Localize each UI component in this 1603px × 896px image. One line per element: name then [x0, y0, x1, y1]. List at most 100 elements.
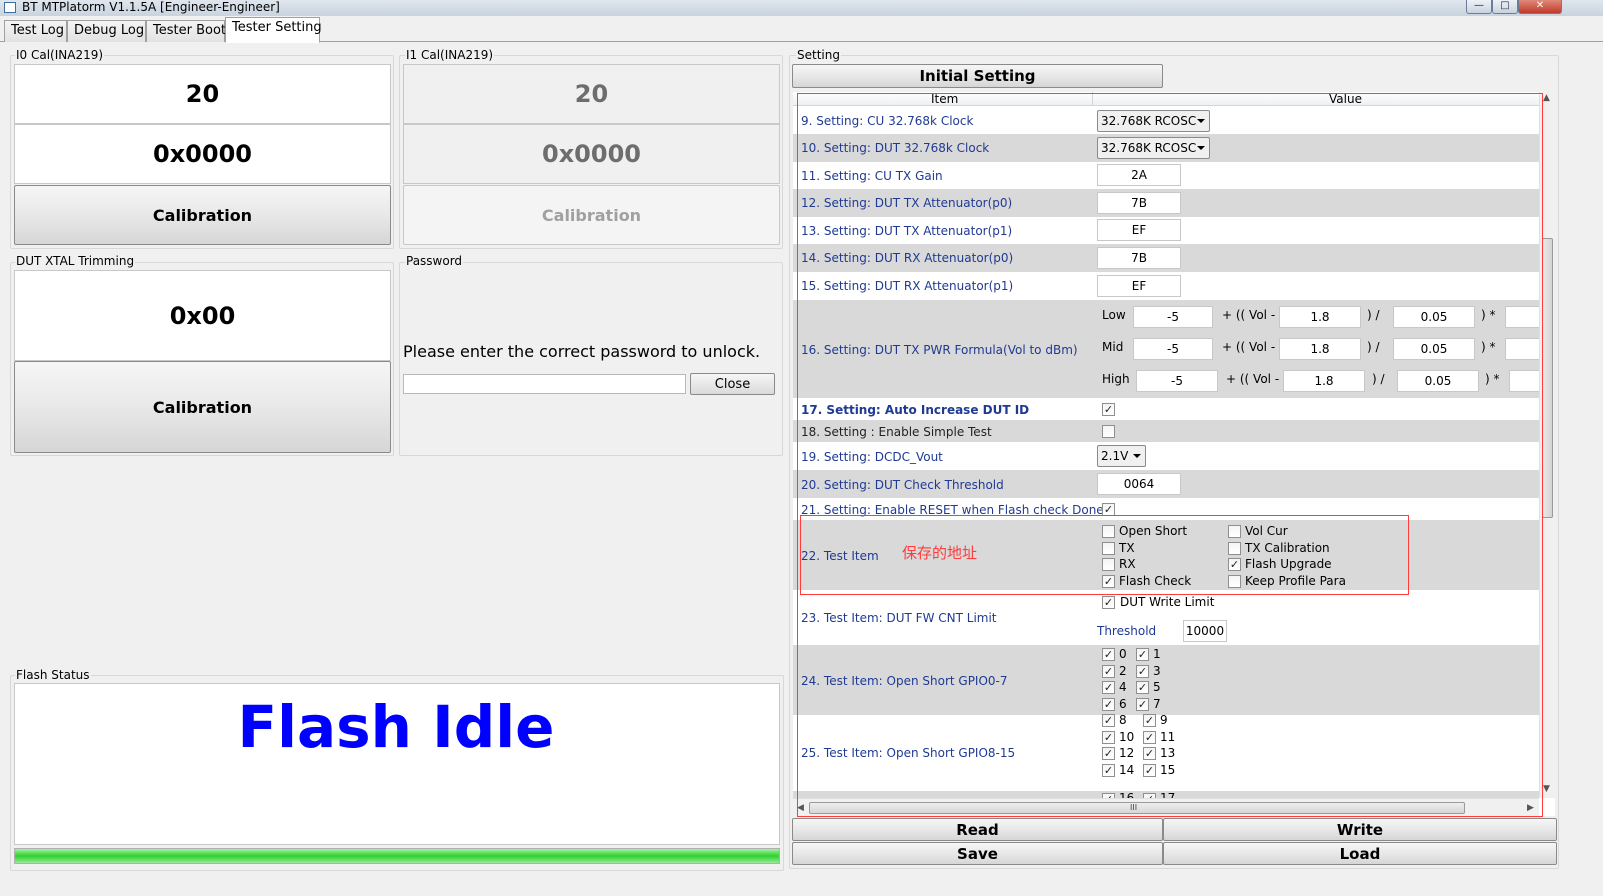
- tab-debug-log[interactable]: Debug Log: [67, 20, 146, 42]
- dut-rx-att-p0-field[interactable]: 7B: [1097, 247, 1181, 269]
- gpio-checkbox[interactable]: ✓: [1102, 764, 1115, 778]
- formula-mul-text: ) *: [1485, 372, 1500, 386]
- formula-low-vol[interactable]: 1.8: [1279, 306, 1361, 328]
- cu-tx-gain-field[interactable]: 2A: [1097, 164, 1181, 186]
- dut-tx-att-p1-field[interactable]: EF: [1097, 219, 1181, 241]
- i0-calibration-button[interactable]: Calibration: [14, 185, 391, 245]
- gpio-checkbox[interactable]: ✓: [1143, 714, 1156, 727]
- initial-setting-button[interactable]: Initial Setting: [792, 64, 1163, 88]
- formula-high-vol[interactable]: 1.8: [1283, 370, 1365, 392]
- tab-tester-setting[interactable]: Tester Setting: [225, 17, 322, 43]
- gpio-checkbox[interactable]: ✓: [1102, 648, 1115, 661]
- save-button[interactable]: Save: [792, 842, 1163, 865]
- i0-value: 20: [14, 64, 391, 124]
- setting-row-label: 14. Setting: DUT RX Attenuator(p0): [801, 251, 1014, 265]
- restore-button[interactable]: □: [1492, 0, 1518, 14]
- window-title: BT MTPlatorm V1.1.5A [Engineer-Engineer]: [22, 0, 280, 14]
- gpio-checkbox[interactable]: ✓: [1143, 764, 1156, 778]
- password-close-button[interactable]: Close: [690, 373, 775, 395]
- enable-reset-checkbox[interactable]: ✓: [1102, 503, 1115, 516]
- read-button[interactable]: Read: [792, 818, 1163, 841]
- gpio-checkbox[interactable]: ✓: [1136, 664, 1149, 678]
- test-item-label: Flash Check: [1119, 573, 1192, 588]
- write-button[interactable]: Write: [1163, 818, 1557, 841]
- annotation-text: 保存的地址: [902, 544, 978, 562]
- cu-clock-select[interactable]: 32.768K RCOSC: [1097, 110, 1210, 132]
- scroll-up-icon[interactable]: ▲: [1543, 92, 1550, 105]
- scroll-down-icon[interactable]: ▼: [1543, 782, 1550, 796]
- vertical-scroll-thumb[interactable]: [1542, 238, 1553, 518]
- minimize-button[interactable]: —: [1466, 0, 1492, 14]
- test-item-checkbox[interactable]: [1228, 525, 1241, 538]
- dut-rx-att-p1-field[interactable]: EF: [1097, 275, 1181, 297]
- formula-low-scale[interactable]: 0.05: [1393, 306, 1475, 328]
- gpio-label: 6: [1119, 697, 1127, 712]
- enable-simple-test-checkbox[interactable]: [1102, 425, 1115, 438]
- chevron-down-icon: [1133, 454, 1141, 458]
- setting-row-16: 16. Setting: DUT TX PWR Formula(Vol to d…: [793, 300, 1545, 398]
- formula-high-scale[interactable]: 0.05: [1397, 370, 1479, 392]
- tab-tester-boot[interactable]: Tester Boot: [146, 20, 226, 42]
- dcdc-vout-select[interactable]: 2.1V: [1097, 445, 1146, 467]
- test-item-checkbox[interactable]: ✓: [1228, 558, 1241, 571]
- gpio-label: 0: [1119, 647, 1127, 661]
- threshold-field[interactable]: 10000: [1183, 620, 1227, 642]
- gpio-checkbox[interactable]: ✓: [1143, 730, 1156, 744]
- dut-clock-select[interactable]: 32.768K RCOSC: [1097, 137, 1210, 159]
- test-item-checkbox[interactable]: [1228, 574, 1241, 588]
- gpio-checkbox[interactable]: ✓: [1136, 698, 1149, 712]
- setting-row-10: 10. Setting: DUT 32.768k Clock 32.768K R…: [793, 134, 1539, 162]
- test-item-label: Vol Cur: [1245, 524, 1288, 538]
- formula-mid-offset[interactable]: -5: [1133, 338, 1213, 360]
- password-input[interactable]: [403, 374, 686, 394]
- test-item-checkbox[interactable]: [1228, 541, 1241, 555]
- gpio-label: 12: [1119, 746, 1135, 761]
- formula-div-text: ) /: [1367, 340, 1380, 354]
- setting-row-label: 11. Setting: CU TX Gain: [801, 169, 943, 183]
- scroll-right-icon[interactable]: ▶: [1527, 801, 1534, 815]
- test-item-checkbox[interactable]: ✓: [1102, 574, 1115, 588]
- gpio-checkbox[interactable]: ✓: [1102, 714, 1115, 727]
- settings-grid[interactable]: Item Value 9. Setting: CU 32.768k Clock …: [793, 92, 1555, 816]
- xtal-calibration-button[interactable]: Calibration: [14, 361, 391, 453]
- setting-row-25: 25. Test Item: Open Short GPIO8-15 ✓ 8 ✓ 9 ✓…: [793, 713, 1539, 791]
- gpio-checkbox[interactable]: ✓: [1143, 747, 1156, 761]
- gpio-checkbox[interactable]: ✓: [1102, 664, 1115, 678]
- vertical-scrollbar[interactable]: ▲ ▼: [1539, 92, 1555, 798]
- tab-bar: Test Log Debug Log Tester Boot Tester Se…: [0, 16, 1603, 43]
- setting-row-22: 22. Test Item 保存的地址 Open Short Vol Cur TX T…: [793, 520, 1539, 590]
- test-item-label: Keep Profile Para: [1245, 573, 1346, 588]
- dut-write-limit-checkbox[interactable]: ✓: [1102, 596, 1115, 609]
- i0-hex-value: 0x0000: [14, 124, 391, 184]
- gpio-checkbox[interactable]: ✓: [1136, 648, 1149, 661]
- test-item-checkbox[interactable]: [1102, 525, 1115, 538]
- gpio-checkbox[interactable]: ✓: [1102, 698, 1115, 712]
- test-item-label: Flash Upgrade: [1245, 557, 1332, 571]
- dut-check-threshold-field[interactable]: 0064: [1097, 473, 1181, 495]
- load-button[interactable]: Load: [1163, 842, 1557, 865]
- test-item-checkbox[interactable]: [1102, 541, 1115, 555]
- gpio-label: 2: [1119, 663, 1127, 678]
- test-item-checkbox[interactable]: [1102, 558, 1115, 571]
- gpio-checkbox[interactable]: ✓: [1136, 681, 1149, 695]
- auto-increase-id-checkbox[interactable]: ✓: [1102, 403, 1115, 416]
- gpio-label: 8: [1119, 713, 1127, 727]
- tab-test-log[interactable]: Test Log: [4, 20, 67, 42]
- dut-tx-att-p0-field[interactable]: 7B: [1097, 192, 1181, 214]
- formula-mid-scale[interactable]: 0.05: [1393, 338, 1475, 360]
- scroll-left-icon[interactable]: ◀: [797, 801, 804, 815]
- formula-low-offset[interactable]: -5: [1133, 306, 1213, 328]
- formula-high-offset[interactable]: -5: [1136, 370, 1218, 392]
- gpio-checkbox[interactable]: ✓: [1102, 681, 1115, 695]
- horizontal-scrollbar[interactable]: ◀ III ▶: [793, 798, 1539, 816]
- formula-mid-vol[interactable]: 1.8: [1279, 338, 1361, 360]
- horizontal-scroll-thumb[interactable]: III: [809, 802, 1465, 814]
- close-window-button[interactable]: ✕: [1518, 0, 1562, 14]
- setting-row-label: 15. Setting: DUT RX Attenuator(p1): [801, 279, 1014, 293]
- gpio-checkbox[interactable]: ✓: [1102, 730, 1115, 744]
- gpio-checkbox[interactable]: ✓: [1102, 747, 1115, 761]
- i1-calibration-button[interactable]: Calibration: [403, 185, 780, 245]
- select-value: 2.1V: [1101, 449, 1129, 463]
- gpio-label: 9: [1160, 713, 1168, 727]
- gpio-label: 11: [1160, 729, 1176, 744]
